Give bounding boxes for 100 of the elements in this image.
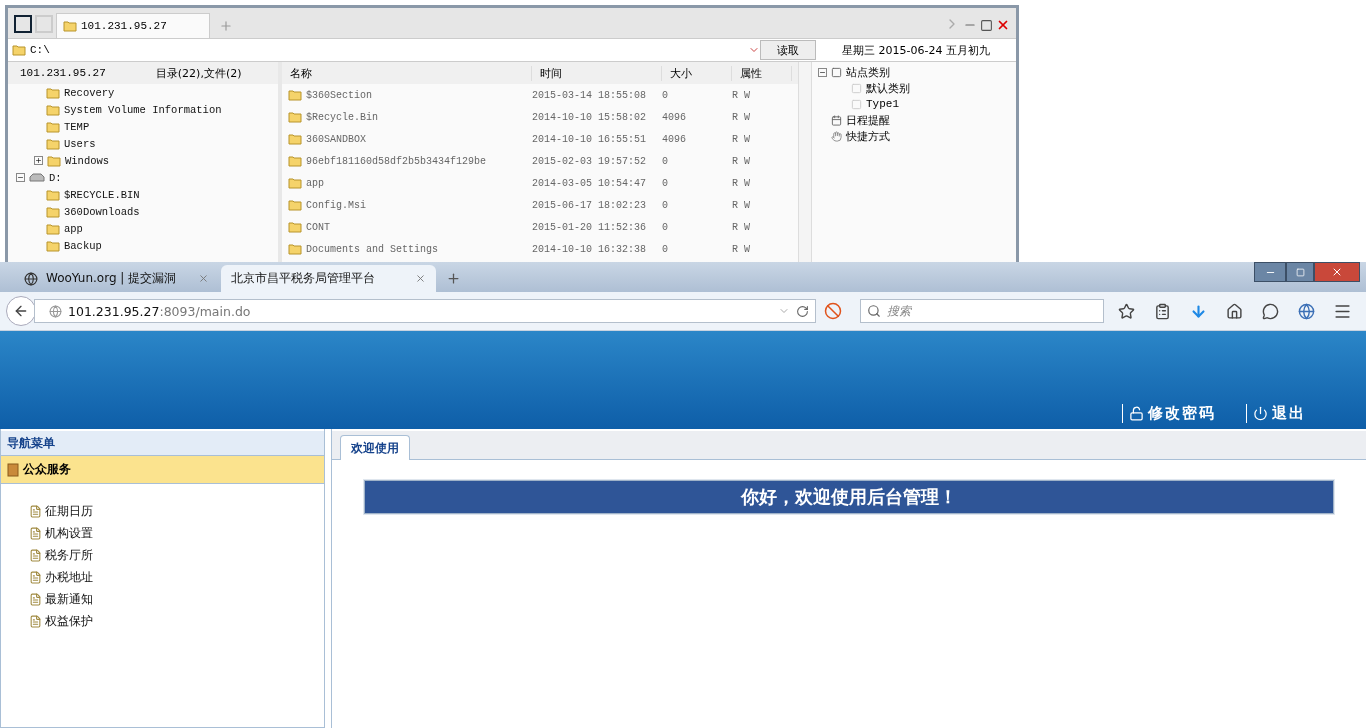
file-tab[interactable]: 101.231.95.27 (56, 13, 210, 38)
nav-item[interactable]: 征期日历 (29, 500, 324, 522)
minimize-button[interactable] (1254, 262, 1286, 282)
category-icon (831, 66, 842, 78)
folder-icon (288, 199, 302, 211)
new-tab-icon[interactable] (446, 271, 461, 286)
chat-icon[interactable] (1261, 302, 1279, 320)
content-tab[interactable]: 欢迎使用 (340, 435, 410, 460)
tree-item[interactable]: Type1 (866, 98, 899, 110)
attribute-cell-text: R W (732, 133, 751, 145)
search-field[interactable]: 搜索 (860, 299, 1104, 323)
folder-icon (288, 243, 302, 255)
site-icon (24, 271, 38, 286)
folder-icon (46, 103, 60, 116)
tree-item[interactable]: 360Downloads (64, 205, 140, 218)
tree-item[interactable]: Users (64, 137, 96, 150)
file-name-cell[interactable]: Documents and Settings (282, 243, 532, 255)
size-cell-text: 4096 (662, 111, 687, 123)
folder-icon (288, 177, 302, 189)
header-link[interactable]: 退出 (1246, 404, 1306, 423)
column-header[interactable]: 名称 (282, 65, 532, 81)
blocked-icon[interactable] (824, 302, 842, 320)
file-name-cell[interactable]: $Recycle.Bin (282, 111, 532, 123)
nav-title: 导航菜单 (1, 431, 324, 456)
close-tab-icon[interactable] (198, 273, 209, 284)
tree-item[interactable]: 站点类别 (846, 64, 890, 80)
maximize-icon[interactable] (980, 19, 993, 32)
welcome-banner: 你好，欢迎使用后台管理！ (364, 480, 1334, 514)
attribute-cell-text: R W (732, 111, 751, 123)
expander-icon[interactable] (16, 173, 25, 182)
folder-icon (288, 111, 302, 123)
time-cell-text: 2014-10-10 15:58:02 (532, 111, 648, 123)
file-name-cell[interactable]: Config.Msi (282, 199, 532, 211)
browser-tab[interactable]: 北京市昌平税务局管理平台 (221, 265, 436, 292)
file-name-cell[interactable]: 96ebf181160d58df2b5b3434f129be (282, 155, 532, 167)
column-header[interactable]: 大小 (662, 65, 732, 81)
attribute-cell-text: R W (732, 177, 751, 189)
time-cell-text: 2015-03-14 18:55:08 (532, 89, 648, 101)
path-field[interactable]: C:\ (8, 39, 760, 61)
tree-item[interactable]: $RECYCLE.BIN (64, 188, 140, 201)
size-cell-text: 0 (662, 155, 669, 167)
time-cell-text: 2015-01-20 11:52:36 (532, 221, 648, 233)
globe-icon (49, 304, 62, 318)
time-cell-text: 2015-02-03 19:57:52 (532, 155, 648, 167)
document-icon (29, 570, 42, 584)
tree-item[interactable]: System Volume Information (64, 103, 222, 116)
tree-item[interactable]: 默认类别 (866, 80, 910, 96)
host-label: 101.231.95.27 (20, 67, 106, 79)
folder-icon (288, 155, 302, 167)
document-icon (29, 548, 42, 562)
bookmark-icon[interactable] (1117, 302, 1135, 320)
expander-icon[interactable] (34, 156, 43, 165)
close-tab-icon[interactable] (415, 273, 426, 284)
address-bar[interactable]: 101.231.95.27:8093/main.do (34, 299, 816, 323)
tree-item[interactable]: 快捷方式 (846, 128, 890, 144)
folder-icon (47, 154, 61, 167)
tree-item[interactable]: 日程提醒 (846, 112, 890, 128)
home-icon[interactable] (1225, 302, 1243, 320)
nav-item[interactable]: 税务厅所 (29, 544, 324, 566)
nav-item[interactable]: 权益保护 (29, 610, 324, 632)
header-link[interactable]: 修改密码 (1122, 404, 1216, 423)
tree-item[interactable]: Recovery (64, 86, 115, 99)
restore-button[interactable] (1286, 262, 1314, 282)
clipboard-icon[interactable] (1153, 302, 1171, 320)
file-name-cell[interactable]: $360Section (282, 89, 532, 101)
nav-item[interactable]: 机构设置 (29, 522, 324, 544)
column-header[interactable]: 属性 (732, 65, 792, 81)
book-icon (7, 462, 19, 477)
nav-item[interactable]: 办税地址 (29, 566, 324, 588)
column-header[interactable]: 时间 (532, 65, 662, 81)
globe-icon[interactable] (1297, 302, 1315, 320)
folder-icon (46, 120, 60, 133)
reload-icon[interactable] (796, 304, 809, 318)
file-name-cell[interactable]: app (282, 177, 532, 189)
size-cell-text: 0 (662, 89, 669, 101)
panel-toggle-icon[interactable] (14, 15, 32, 33)
file-name-cell[interactable]: CONT (282, 221, 532, 233)
nav-group[interactable]: 公众服务 (1, 456, 324, 484)
restore-icon (1295, 267, 1305, 277)
time-cell-text: 2014-03-05 10:54:47 (532, 177, 648, 189)
close-icon[interactable] (996, 18, 1010, 32)
browser-tab[interactable]: WooYun.org | 提交漏洞 (14, 265, 219, 292)
folder-icon (288, 133, 302, 145)
nav-item[interactable]: 最新通知 (29, 588, 324, 610)
read-button[interactable]: 读取 (760, 40, 816, 60)
tree-item[interactable]: Windows (65, 154, 110, 167)
time-cell-text: 2015-06-17 18:02:23 (532, 199, 648, 211)
tree-item[interactable]: Backup (64, 239, 102, 252)
back-button[interactable] (6, 296, 36, 326)
item-icon (851, 98, 862, 110)
tree-item[interactable]: app (64, 222, 83, 235)
scrollbar[interactable] (798, 62, 811, 262)
tree-item[interactable]: D: (49, 171, 62, 184)
document-icon (29, 504, 42, 518)
download-icon[interactable] (1189, 302, 1207, 320)
expander-icon[interactable] (818, 67, 827, 77)
attribute-cell-text: R W (732, 243, 751, 255)
tree-item[interactable]: TEMP (64, 120, 90, 133)
file-name-cell[interactable]: 360SANDBOX (282, 133, 532, 145)
hand-icon (831, 130, 842, 142)
